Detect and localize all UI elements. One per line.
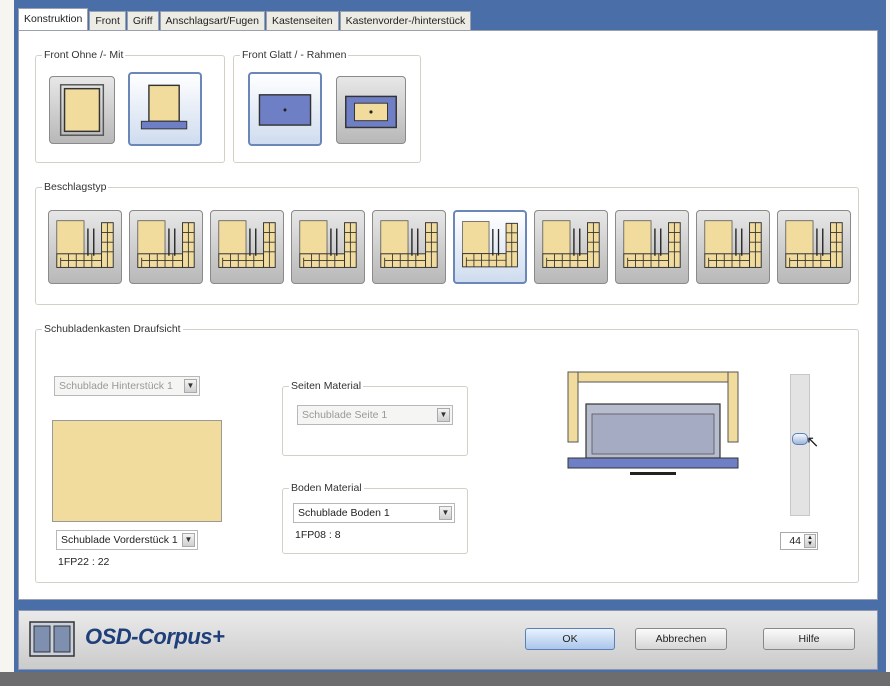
cabinet-logo-icon — [29, 621, 75, 657]
dialog-footer: OSD-Corpus+ OK Abbrechen Hilfe — [18, 610, 878, 670]
tab-kastenseiten[interactable]: Kastenseiten — [265, 11, 339, 30]
beschlag-tile-10[interactable] — [777, 210, 851, 284]
hinterstueck-combo-value: Schublade Hinterstück 1 — [59, 380, 173, 392]
slider-value-spinner[interactable]: 44 ▲ ▼ — [780, 532, 818, 550]
tab-konstruktion[interactable]: Konstruktion — [18, 8, 89, 30]
beschlag-tile-4[interactable] — [291, 210, 365, 284]
front-mit-tile[interactable] — [128, 72, 202, 146]
vorderstueck-combo-value: Schublade Vorderstück 1 — [61, 534, 178, 546]
tab-strip: Konstruktion Front Griff Anschlagsart/Fu… — [18, 8, 472, 30]
vorderstueck-code: 1FP22 : 22 — [58, 556, 110, 568]
beschlag-tile-6[interactable] — [453, 210, 527, 284]
front-rahmen-tile[interactable] — [336, 76, 406, 144]
group-seiten-material: Seiten Material Schublade Seite 1 ▼ — [282, 380, 468, 456]
help-button[interactable]: Hilfe — [763, 628, 855, 650]
slider-value: 44 — [789, 535, 801, 547]
beschlag-tile-7[interactable] — [534, 210, 608, 284]
beschlag-tile-8[interactable] — [615, 210, 689, 284]
tab-kastenvorder[interactable]: Kastenvorder-/hinterstück — [339, 11, 472, 30]
cursor-icon: ↖ — [806, 434, 820, 451]
brand-name: OSD-Corpus+ — [85, 624, 225, 649]
hinterstueck-combo[interactable]: Schublade Hinterstück 1 ▼ — [54, 376, 200, 396]
cancel-button[interactable]: Abbrechen — [635, 628, 727, 650]
beschlag-tile-2[interactable] — [129, 210, 203, 284]
tab-anschlagsart[interactable]: Anschlagsart/Fugen — [159, 11, 265, 30]
tab-griff[interactable]: Griff — [126, 11, 159, 30]
tab-panel: Front Ohne /- Mit Front Glatt / - Rahmen… — [18, 30, 878, 600]
group-draufsicht: Schubladenkasten Draufsicht Schublade Hi… — [35, 323, 859, 583]
group-boden-material: Boden Material Schublade Boden 1 ▼ 1FP08… — [282, 482, 468, 554]
group-title: Schubladenkasten Draufsicht — [42, 323, 183, 335]
group-front-glatt-rahmen: Front Glatt / - Rahmen — [233, 49, 421, 163]
group-title: Boden Material — [289, 482, 364, 494]
drawer-front-preview — [52, 420, 222, 522]
vorderstueck-combo[interactable]: Schublade Vorderstück 1 ▼ — [56, 530, 198, 550]
drawer-topview-diagram — [567, 371, 739, 475]
beschlag-tile-9[interactable] — [696, 210, 770, 284]
group-beschlagstyp: Beschlagstyp — [35, 181, 859, 305]
taskbar-strip — [0, 672, 890, 686]
chevron-down-icon[interactable]: ▼ — [184, 379, 197, 393]
group-title: Front Ohne /- Mit — [42, 49, 126, 61]
tab-front[interactable]: Front — [89, 11, 126, 30]
beschlag-tile-3[interactable] — [210, 210, 284, 284]
group-front-ohne-mit: Front Ohne /- Mit — [35, 49, 225, 163]
chevron-down-icon[interactable]: ▼ — [182, 533, 195, 547]
boden-combo[interactable]: Schublade Boden 1 ▼ — [293, 503, 455, 523]
ok-button[interactable]: OK — [525, 628, 615, 650]
seite-combo[interactable]: Schublade Seite 1 ▼ — [297, 405, 453, 425]
beschlag-tile-5[interactable] — [372, 210, 446, 284]
front-ohne-tile[interactable] — [49, 76, 115, 144]
group-title: Front Glatt / - Rahmen — [240, 49, 349, 61]
boden-code: 1FP08 : 8 — [295, 529, 341, 541]
group-title: Beschlagstyp — [42, 181, 109, 193]
group-title: Seiten Material — [289, 380, 364, 392]
chevron-down-icon[interactable]: ▼ — [437, 408, 450, 422]
chevron-down-icon[interactable]: ▼ — [439, 506, 452, 520]
spin-arrows-icon[interactable]: ▲ ▼ — [804, 534, 816, 548]
front-glatt-tile[interactable] — [248, 72, 322, 146]
boden-combo-value: Schublade Boden 1 — [298, 507, 390, 519]
seite-combo-value: Schublade Seite 1 — [302, 409, 388, 421]
beschlag-tile-1[interactable] — [48, 210, 122, 284]
